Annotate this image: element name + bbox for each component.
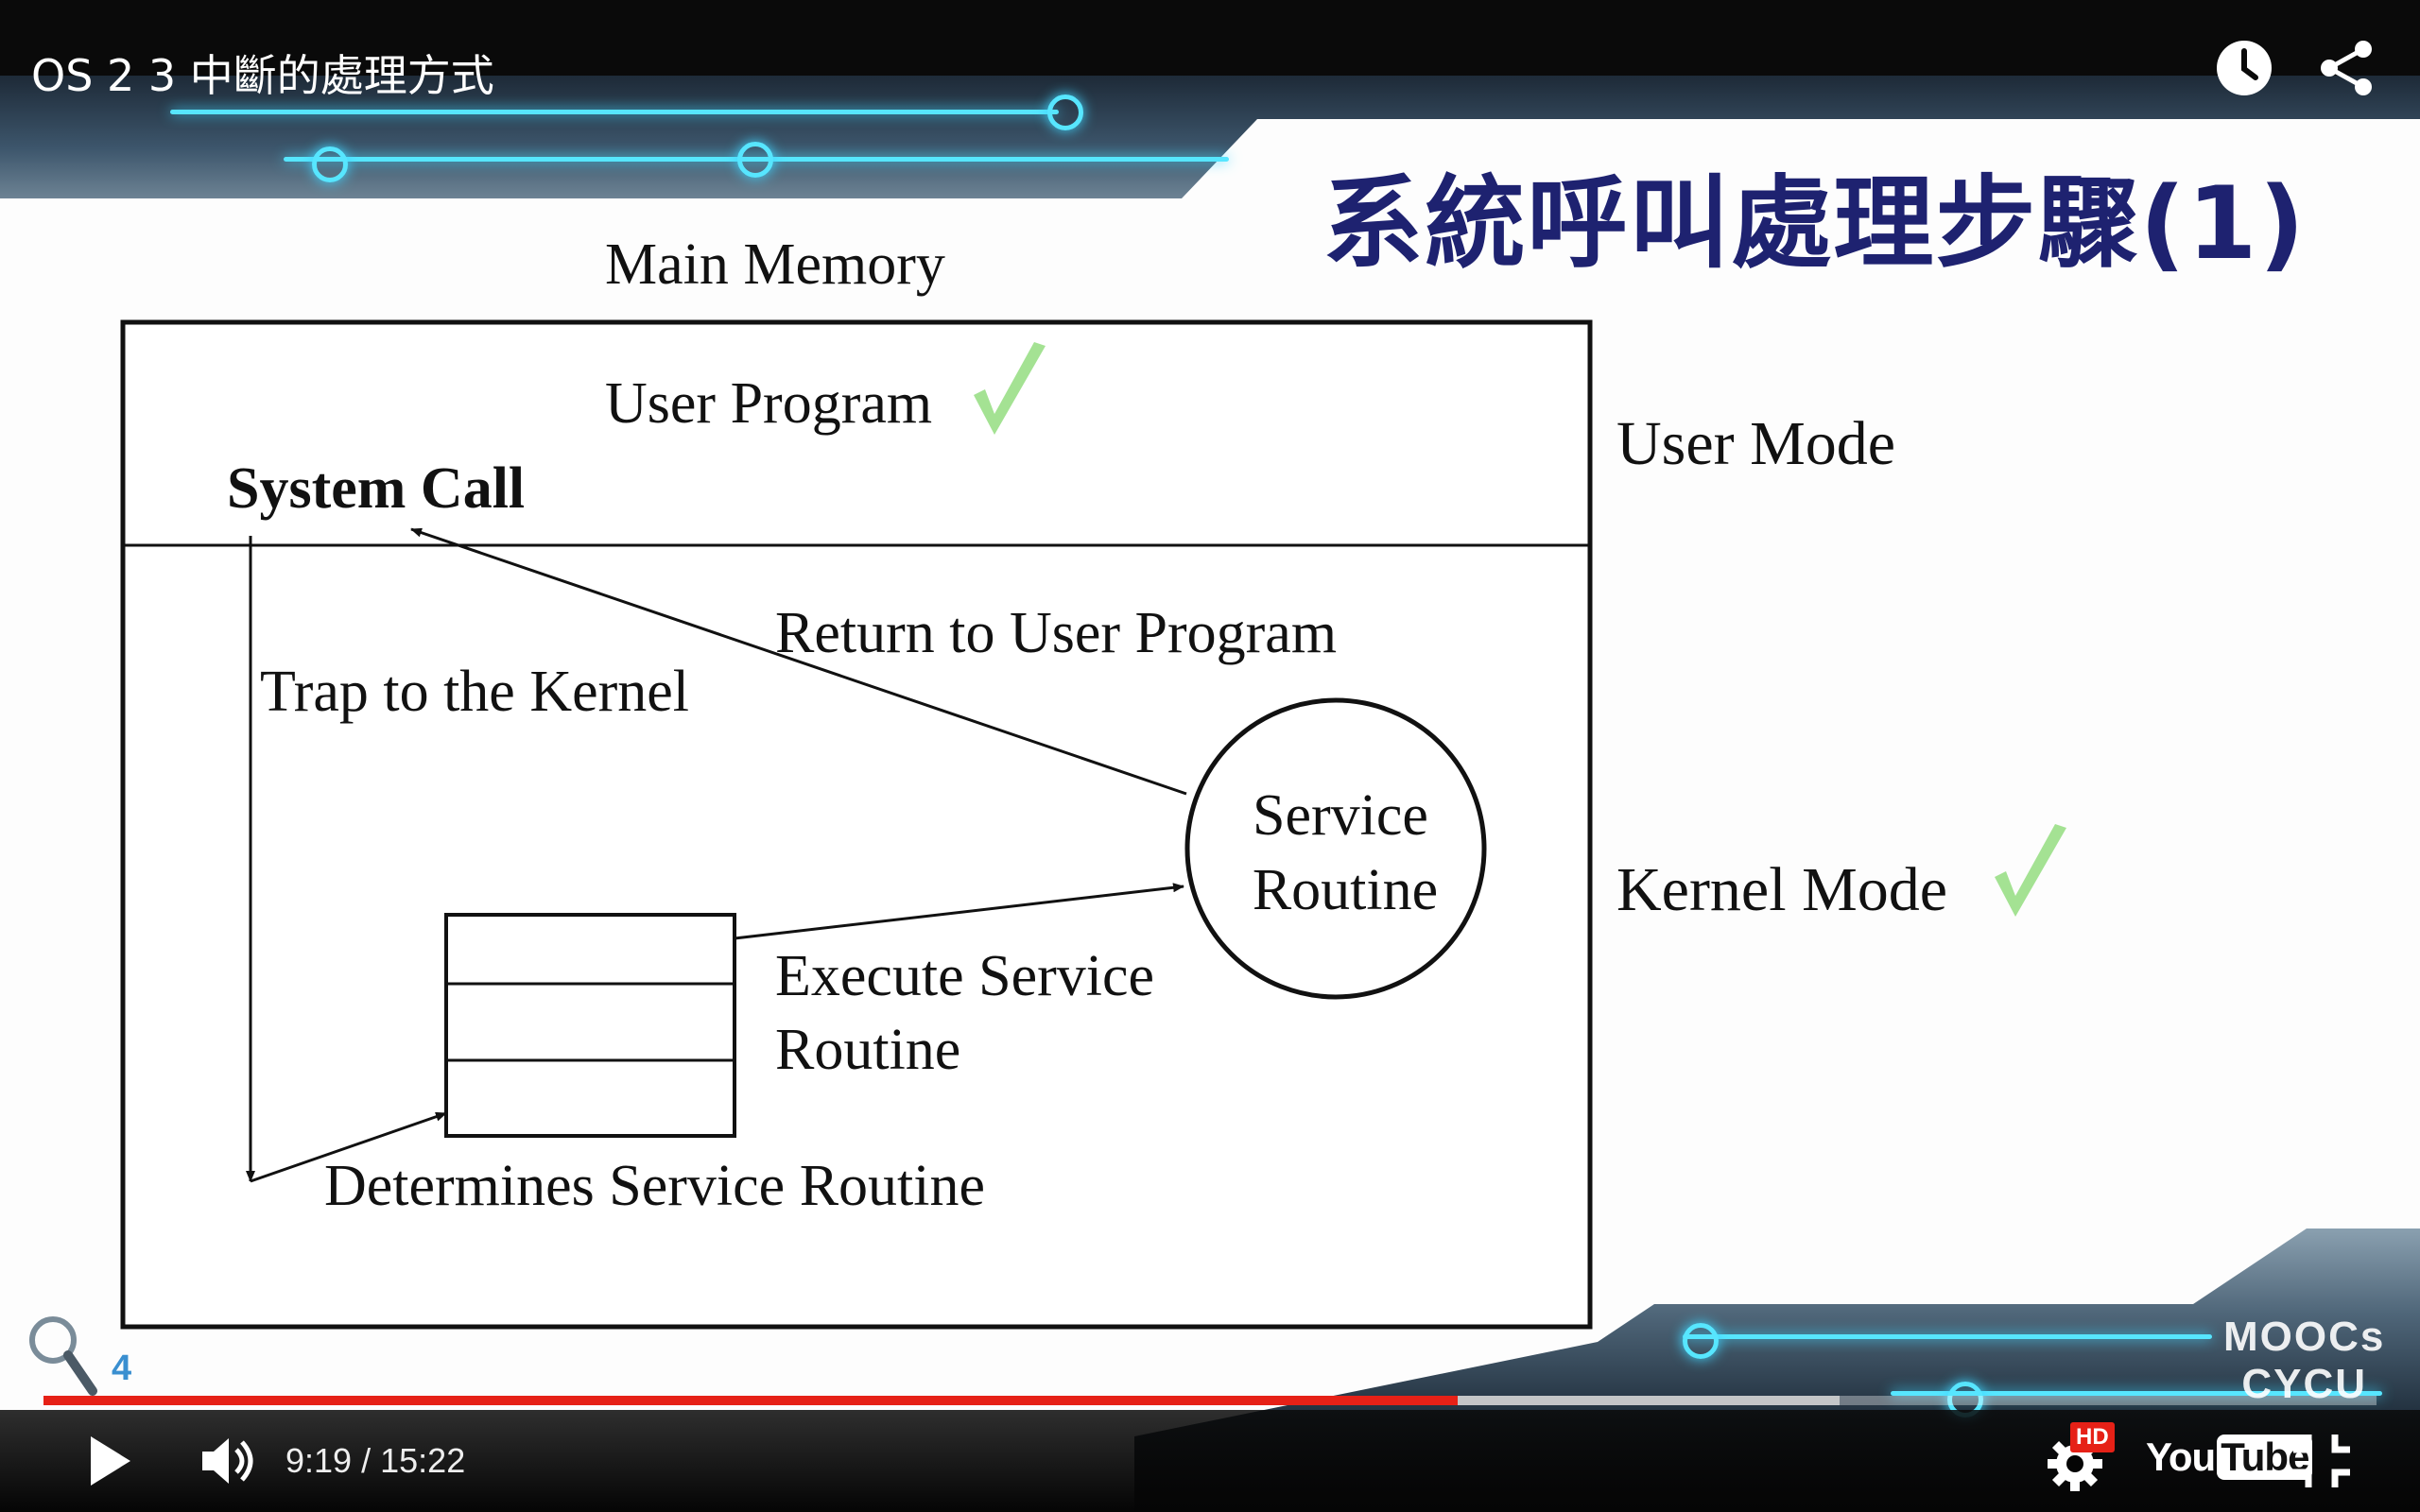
time-separator: / xyxy=(361,1441,372,1480)
youtube-logo[interactable]: You Tube xyxy=(2146,1435,2313,1480)
user-program-label: User Program xyxy=(605,371,932,436)
system-call-diagram: Main Memory User Program System Call Tra… xyxy=(120,232,1593,1330)
check-icon xyxy=(974,342,1046,435)
memory-label: Main Memory xyxy=(605,232,945,297)
service-routine-circle xyxy=(1184,697,1487,1000)
dispatch-table xyxy=(444,913,736,1138)
service-routine-line2: Routine xyxy=(1253,858,1438,922)
time-display: 9:19 / 15:22 xyxy=(285,1441,465,1481)
user-mode-label: User Mode xyxy=(1616,409,1896,478)
youtube-logo-you: You xyxy=(2146,1435,2216,1479)
trap-label: Trap to the Kernel xyxy=(260,660,689,724)
volume-icon[interactable] xyxy=(200,1435,257,1487)
share-icon[interactable] xyxy=(2316,38,2377,98)
system-call-label: System Call xyxy=(227,456,525,521)
hd-badge: HD xyxy=(2070,1422,2115,1452)
magnifier-logo-icon xyxy=(29,1316,97,1396)
execute-label-line2: Routine xyxy=(775,1018,960,1082)
mooc-logo: MOOCs CYCU xyxy=(2223,1314,2385,1408)
mooc-logo-line1: MOOCs xyxy=(2223,1314,2386,1360)
clock-icon[interactable] xyxy=(2214,38,2274,98)
duration: 15:22 xyxy=(380,1441,466,1480)
video-title[interactable]: OS 2 3 中斷的處理方式 xyxy=(31,42,494,104)
kernel-mode-label: Kernel Mode xyxy=(1616,855,1948,924)
play-icon[interactable] xyxy=(87,1435,134,1487)
slide-page-number: 4 xyxy=(112,1349,132,1388)
return-label: Return to User Program xyxy=(775,601,1337,665)
current-time: 9:19 xyxy=(285,1441,353,1480)
determines-label: Determines Service Routine xyxy=(324,1154,985,1218)
exit-fullscreen-icon[interactable] xyxy=(2291,1433,2352,1489)
execute-label-line1: Execute Service xyxy=(775,944,1154,1008)
check-icon xyxy=(1995,824,2066,917)
service-routine-line1: Service xyxy=(1253,783,1428,848)
progress-bar[interactable] xyxy=(43,1396,2377,1405)
progress-played xyxy=(43,1396,1458,1405)
video-player[interactable]: 系統呼叫處理步驟(1) Main Memory User Program Sys… xyxy=(0,0,2420,1512)
